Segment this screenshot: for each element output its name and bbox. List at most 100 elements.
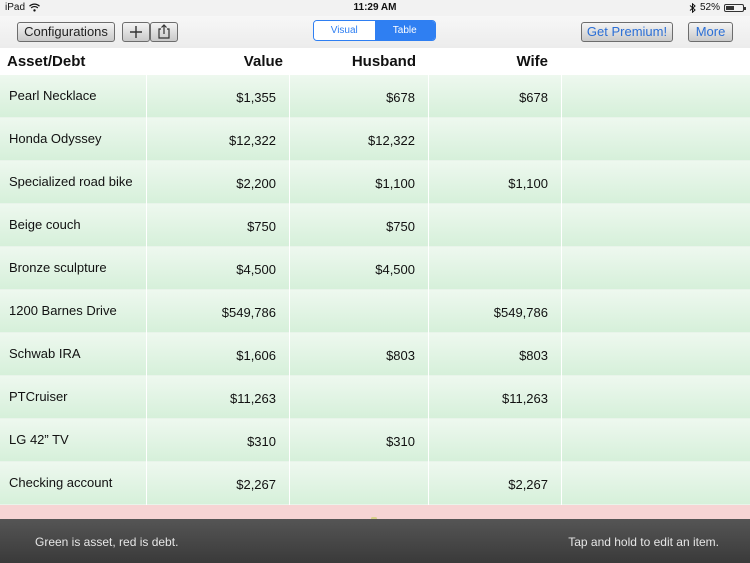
view-segmented-control: Visual Table [313, 20, 436, 41]
cell-husband: $803 [290, 333, 429, 376]
cell-asset-name-text: LG 42” TV [9, 432, 69, 447]
configurations-button[interactable]: Configurations [17, 22, 115, 42]
cell-empty [562, 204, 750, 247]
cell-empty [562, 118, 750, 161]
cell-wife-text: $549,786 [493, 305, 548, 320]
cell-asset-name-text: Bronze sculpture [9, 260, 107, 275]
cell-value: $1,606 [147, 333, 290, 376]
cell-wife-text: $2,267 [508, 477, 548, 492]
cell-asset-name-text: Checking account [9, 475, 113, 490]
cell-value-text: $750 [247, 219, 276, 234]
segment-visual[interactable]: Visual [314, 21, 375, 40]
legend-hint: Green is asset, red is debt. [35, 535, 179, 549]
cell-husband-text: $1,100 [375, 176, 415, 191]
more-button[interactable]: More [688, 22, 733, 42]
cell-wife: $1,100 [429, 161, 562, 204]
table-row[interactable]: Bronze sculpture $4,500 $4,500 [0, 247, 750, 290]
cell-value-text: $2,267 [236, 477, 276, 492]
cell-wife-text: $678 [519, 90, 548, 105]
header-asset-debt: Asset/Debt [7, 53, 86, 70]
cell-wife: $678 [429, 75, 562, 118]
cell-wife-text: $11,263 [501, 391, 548, 406]
cell-wife: $2,267 [429, 462, 562, 505]
cell-husband: $310 [290, 419, 429, 462]
cell-husband: $678 [290, 75, 429, 118]
table-row[interactable]: 1200 Barnes Drive $549,786 $549,786 [0, 290, 750, 333]
get-premium-button[interactable]: Get Premium! [581, 22, 673, 42]
cell-asset-name-text: PTCruiser [9, 389, 68, 404]
cell-empty [562, 247, 750, 290]
status-bar: iPad 11:29 AM 52% [0, 0, 750, 16]
cell-asset-name-text: Honda Odyssey [9, 131, 102, 146]
cell-asset-name: Specialized road bike [0, 161, 147, 204]
cell-wife [429, 118, 562, 161]
share-button[interactable] [150, 22, 178, 42]
share-icon [158, 24, 170, 39]
cell-husband-text: $678 [386, 90, 415, 105]
cell-asset-name: Beige couch [0, 204, 147, 247]
cell-husband-text: $12,322 [368, 133, 415, 148]
cell-husband: $750 [290, 204, 429, 247]
battery-percent: 52% [699, 2, 720, 13]
cell-value-text: $4,500 [236, 262, 276, 277]
table-row[interactable]: Beige couch $750 $750 [0, 204, 750, 247]
cell-asset-name: Schwab IRA [0, 333, 147, 376]
cell-value: $2,200 [147, 161, 290, 204]
table-row[interactable]: Schwab IRA $1,606 $803 $803 [0, 333, 750, 376]
cell-empty [562, 161, 750, 204]
cell-value-text: $12,322 [229, 133, 276, 148]
table-row[interactable]: Pearl Necklace $1,355 $678 $678 [0, 75, 750, 118]
cell-empty [562, 290, 750, 333]
cell-wife-text: $803 [519, 348, 548, 363]
cell-empty [562, 333, 750, 376]
bluetooth-icon [689, 2, 696, 13]
edit-hint: Tap and hold to edit an item. [568, 535, 719, 549]
plus-icon [130, 26, 142, 38]
cell-husband-text: $750 [386, 219, 415, 234]
cell-wife [429, 204, 562, 247]
table-row[interactable]: LG 42” TV $310 $310 [0, 419, 750, 462]
cell-asset-name-text: Beige couch [9, 217, 81, 232]
cell-wife: $549,786 [429, 290, 562, 333]
cell-value: $11,263 [147, 376, 290, 419]
table-row[interactable]: PTCruiser $11,263 $11,263 [0, 376, 750, 419]
footer-bar: Green is asset, red is debt. Tap and hol… [0, 519, 750, 563]
cell-asset-name-text: 1200 Barnes Drive [9, 303, 117, 318]
cell-husband [290, 462, 429, 505]
cell-asset-name: 1200 Barnes Drive [0, 290, 147, 333]
cell-wife-text: $1,100 [508, 176, 548, 191]
cell-husband-text: $4,500 [375, 262, 415, 277]
cell-husband [290, 376, 429, 419]
cell-asset-name: Pearl Necklace [0, 75, 147, 118]
asset-table: Pearl Necklace $1,355 $678 $678 Honda Odysse… [0, 75, 750, 505]
cell-husband: $12,322 [290, 118, 429, 161]
cell-value: $750 [147, 204, 290, 247]
cell-asset-name: LG 42” TV [0, 419, 147, 462]
cell-value: $2,267 [147, 462, 290, 505]
segment-table[interactable]: Table [374, 21, 435, 40]
cell-wife [429, 247, 562, 290]
cell-value-text: $1,355 [236, 90, 276, 105]
cell-value-text: $549,786 [221, 305, 276, 320]
table-row[interactable]: Specialized road bike $2,200 $1,100 $1,100 [0, 161, 750, 204]
cell-wife [429, 419, 562, 462]
cell-value: $4,500 [147, 247, 290, 290]
cell-value: $1,355 [147, 75, 290, 118]
cell-husband-text: $803 [386, 348, 415, 363]
cell-husband-text: $310 [386, 434, 415, 449]
cell-wife: $803 [429, 333, 562, 376]
cell-value: $12,322 [147, 118, 290, 161]
add-button[interactable] [122, 22, 150, 42]
cell-value-text: $11,263 [229, 391, 276, 406]
cell-wife: $11,263 [429, 376, 562, 419]
cell-asset-name-text: Schwab IRA [9, 346, 81, 361]
cell-asset-name: Checking account [0, 462, 147, 505]
cell-asset-name-text: Pearl Necklace [9, 88, 97, 103]
toolbar: Configurations Visual Table Get Premium!… [0, 16, 750, 49]
cell-empty [562, 376, 750, 419]
cell-value: $310 [147, 419, 290, 462]
table-row[interactable]: Checking account $2,267 $2,267 [0, 462, 750, 505]
cell-asset-name: Bronze sculpture [0, 247, 147, 290]
table-row[interactable]: Honda Odyssey $12,322 $12,322 [0, 118, 750, 161]
cell-asset-name-text: Specialized road bike [9, 174, 133, 189]
